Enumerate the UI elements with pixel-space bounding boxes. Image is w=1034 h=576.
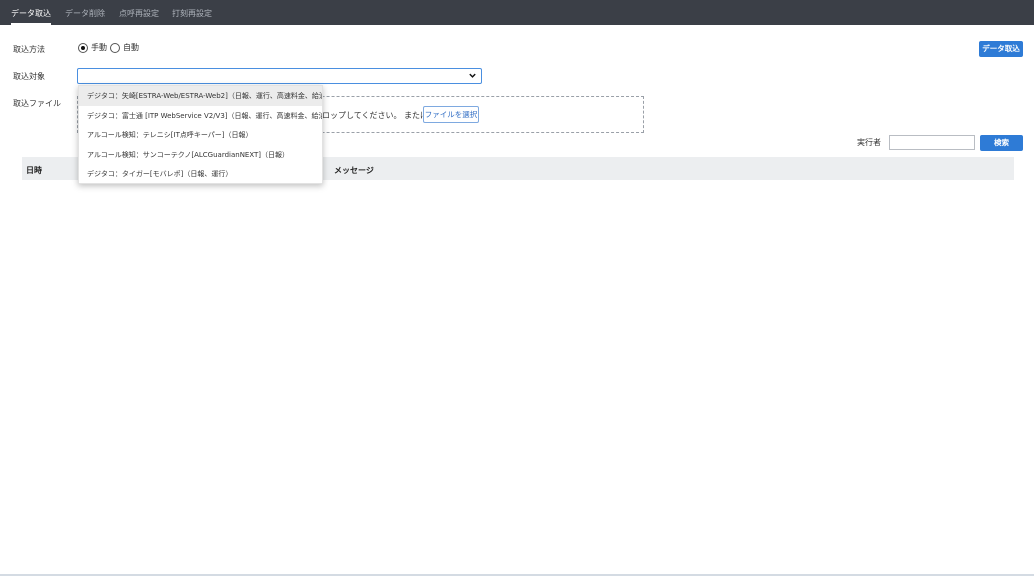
- drop-instruction-text: ロップしてください。 または: [322, 111, 429, 120]
- choose-file-button[interactable]: ファイルを選択: [423, 106, 479, 123]
- top-nav-bar: データ取込 データ削除 点呼再設定 打刻再設定: [0, 0, 1034, 25]
- tab-data-delete[interactable]: データ削除: [65, 0, 105, 25]
- executor-input[interactable]: [889, 135, 975, 150]
- search-button[interactable]: 検索: [980, 135, 1023, 151]
- tab-rollcall-reset[interactable]: 点呼再設定: [119, 0, 159, 25]
- import-target-dropdown: デジタコ：矢崎[ESTRA-Web/ESTRA-Web2]（日報、運行、高速料金…: [78, 85, 323, 184]
- import-method-label: 取込方法: [13, 45, 45, 54]
- radio-auto[interactable]: 自動: [110, 42, 139, 53]
- dropdown-option[interactable]: デジタコ：富士通 [ITP WebService V2/V3]（日報、運行、高速…: [79, 106, 322, 126]
- radio-manual[interactable]: 手動: [78, 42, 107, 53]
- column-header-datetime: 日時: [26, 166, 42, 175]
- tab-clock-reset[interactable]: 打刻再設定: [172, 0, 212, 25]
- radio-manual-label: 手動: [91, 43, 107, 52]
- radio-auto-circle[interactable]: [110, 42, 120, 53]
- radio-auto-label: 自動: [123, 43, 139, 52]
- data-import-button[interactable]: データ取込: [979, 41, 1023, 57]
- dropdown-option[interactable]: デジタコ：タイガー[モバレポ]（日報、運行）: [79, 164, 322, 184]
- import-target-select[interactable]: [77, 68, 482, 84]
- radio-manual-circle[interactable]: [78, 42, 88, 53]
- import-file-label: 取込ファイル: [13, 99, 61, 108]
- dropdown-option[interactable]: デジタコ：矢崎[ESTRA-Web/ESTRA-Web2]（日報、運行、高速料金…: [79, 86, 322, 106]
- import-target-label: 取込対象: [13, 72, 45, 81]
- tab-data-import[interactable]: データ取込: [11, 0, 51, 25]
- dropdown-option[interactable]: アルコール検知：テレニシ[IT点呼キーパー]（日報）: [79, 125, 322, 145]
- executor-label: 実行者: [857, 138, 881, 147]
- dropdown-option[interactable]: アルコール検知：サンコーテクノ[ALCGuardianNEXT]（日報）: [79, 145, 322, 165]
- chevron-down-icon: [469, 73, 476, 78]
- column-header-message: メッセージ: [334, 166, 374, 175]
